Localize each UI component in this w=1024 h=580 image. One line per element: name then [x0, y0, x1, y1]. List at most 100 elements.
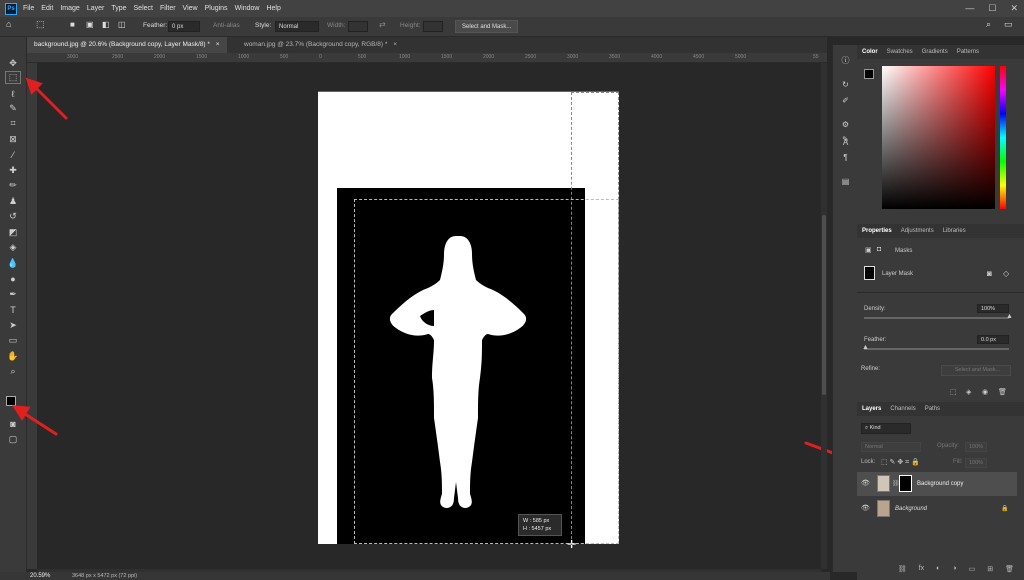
opacity-input[interactable]: 100%: [965, 442, 987, 452]
close-icon[interactable]: ×: [216, 41, 220, 48]
tab-layers[interactable]: Layers: [862, 406, 881, 412]
feather-input[interactable]: 0 px: [168, 21, 200, 32]
search-icon[interactable]: ⌕: [986, 19, 991, 30]
select-and-mask-button[interactable]: Select and Mask...: [455, 20, 519, 33]
layer-name[interactable]: Background: [895, 497, 927, 521]
add-vector-mask-icon[interactable]: ◇: [1003, 269, 1009, 278]
apply-mask-icon[interactable]: ◈: [966, 388, 971, 396]
layer-mask-thumbnail[interactable]: [899, 475, 912, 492]
density-slider[interactable]: [864, 317, 1009, 319]
feather-slider-thumb[interactable]: ▲: [862, 344, 869, 351]
adjust-icon[interactable]: ⚙: [838, 119, 853, 131]
visibility-mask-icon[interactable]: ◉: [982, 388, 988, 396]
delete-mask-icon[interactable]: 🗑: [998, 388, 1007, 396]
healing-brush-tool-icon[interactable]: ✚: [5, 164, 21, 177]
zoom-tool-icon[interactable]: ⌕: [5, 365, 21, 378]
tab-patterns[interactable]: Patterns: [957, 49, 979, 55]
feather-slider[interactable]: [864, 348, 1009, 350]
adjustment-layer-icon[interactable]: ◑: [952, 565, 956, 578]
tab-libraries[interactable]: Libraries: [943, 228, 966, 234]
subtract-selection-icon[interactable]: ◧: [102, 20, 110, 29]
menu-view[interactable]: View: [183, 5, 198, 12]
path-selection-tool-icon[interactable]: ➤: [5, 319, 21, 332]
hand-tool-icon[interactable]: ✋: [5, 350, 21, 363]
new-layer-icon[interactable]: ⊞: [987, 565, 993, 578]
new-selection-icon[interactable]: ■: [70, 20, 75, 29]
layer-filter-kind[interactable]: ⌕ Kind: [861, 423, 911, 434]
dodge-tool-icon[interactable]: ●: [5, 272, 21, 285]
rectangular-marquee-tool-icon[interactable]: ⬚: [5, 71, 21, 84]
eyedropper-tool-icon[interactable]: ⁄: [5, 148, 21, 161]
type-tool-icon[interactable]: T: [5, 303, 21, 316]
comments-icon[interactable]: ▤: [838, 176, 853, 188]
menu-plugins[interactable]: Plugins: [205, 5, 228, 12]
menu-help[interactable]: Help: [266, 5, 280, 12]
hue-slider[interactable]: [1000, 66, 1006, 209]
layer-row-background-copy[interactable]: 👁 ⛓ Background copy: [857, 472, 1017, 496]
style-select[interactable]: Normal: [275, 21, 319, 32]
layer-name[interactable]: Background copy: [917, 472, 963, 496]
add-selection-icon[interactable]: ▣: [86, 20, 94, 29]
link-layers-icon[interactable]: ⛓: [898, 565, 907, 578]
menu-edit[interactable]: Edit: [41, 5, 53, 12]
brush-settings-icon[interactable]: ✐: [838, 95, 853, 107]
rectangle-tool-icon[interactable]: ▭: [5, 334, 21, 347]
quick-selection-tool-icon[interactable]: ✎: [5, 102, 21, 115]
menu-layer[interactable]: Layer: [87, 5, 105, 12]
fill-input[interactable]: 100%: [965, 458, 987, 468]
antialias-checkbox[interactable]: Anti-alias: [213, 22, 240, 29]
clone-stamp-tool-icon[interactable]: ♟: [5, 195, 21, 208]
tab-swatches[interactable]: Swatches: [887, 49, 913, 55]
swap-icon[interactable]: ⇄: [379, 20, 386, 29]
lasso-tool-icon[interactable]: ℓ: [5, 87, 21, 100]
minimize-button[interactable]: —: [965, 3, 974, 14]
eye-icon[interactable]: 👁: [861, 472, 870, 496]
density-input[interactable]: 100%: [977, 304, 1009, 313]
paragraph-icon[interactable]: ¶: [838, 152, 853, 164]
panel-foreground-swatch[interactable]: [864, 69, 874, 79]
refine-select-and-mask-button[interactable]: Select and Mask...: [941, 365, 1011, 376]
paint-bucket-tool-icon[interactable]: ◈: [5, 241, 21, 254]
quick-mask-icon[interactable]: ◙: [5, 417, 21, 430]
pen-tool-icon[interactable]: ✒: [5, 288, 21, 301]
feather-input[interactable]: 0.0 px: [977, 335, 1009, 344]
tab-background-jpg[interactable]: background.jpg @ 20.6% (Background copy,…: [27, 37, 227, 53]
marquee-tool-icon[interactable]: ⬚: [36, 19, 45, 30]
move-tool-icon[interactable]: ✥: [5, 57, 21, 70]
density-slider-thumb[interactable]: ▲: [1006, 313, 1013, 320]
history-icon[interactable]: ↻: [838, 79, 853, 91]
menu-filter[interactable]: Filter: [160, 5, 176, 12]
workspace-icon[interactable]: ▭: [1004, 19, 1013, 30]
close-window-button[interactable]: ✕: [1010, 3, 1018, 14]
menu-file[interactable]: File: [23, 5, 34, 12]
tab-properties[interactable]: Properties: [862, 228, 892, 234]
height-input[interactable]: [423, 21, 443, 32]
tab-woman-jpg[interactable]: woman.jpg @ 23.7% (Background copy, RGB/…: [237, 37, 404, 53]
pixel-mask-icon[interactable]: ▣: [865, 246, 872, 254]
brush-tool-icon[interactable]: ✏: [5, 179, 21, 192]
vector-mask-icon[interactable]: ◘: [877, 246, 881, 253]
group-icon[interactable]: ▭: [969, 565, 976, 578]
fx-icon[interactable]: fx: [919, 565, 924, 578]
home-icon[interactable]: ⌂: [6, 19, 11, 29]
blur-tool-icon[interactable]: 💧: [5, 257, 21, 270]
menu-type[interactable]: Type: [111, 5, 126, 12]
lock-icons[interactable]: ⬚ ✎ ✥ ⌗ 🔒: [881, 458, 920, 467]
crop-tool-icon[interactable]: ⌗: [5, 117, 21, 130]
layer-row-background[interactable]: 👁 Background 🔒: [857, 497, 1017, 521]
tab-channels[interactable]: Channels: [890, 406, 915, 412]
add-mask-icon[interactable]: ◐: [936, 565, 940, 578]
select-mask-icon[interactable]: ◙: [987, 269, 992, 278]
intersect-selection-icon[interactable]: ◫: [118, 20, 126, 29]
menu-select[interactable]: Select: [134, 5, 153, 12]
menu-image[interactable]: Image: [60, 5, 79, 12]
load-selection-icon[interactable]: ⬚: [950, 388, 957, 396]
foreground-color-swatch[interactable]: [6, 396, 16, 406]
eraser-tool-icon[interactable]: ◩: [5, 226, 21, 239]
tab-adjustments[interactable]: Adjustments: [901, 228, 934, 234]
color-picker-field[interactable]: [882, 66, 995, 209]
maximize-button[interactable]: ☐: [988, 3, 996, 14]
tab-gradients[interactable]: Gradients: [922, 49, 948, 55]
trash-icon[interactable]: 🗑: [1005, 565, 1014, 578]
info-icon[interactable]: ⓘ: [838, 55, 853, 67]
